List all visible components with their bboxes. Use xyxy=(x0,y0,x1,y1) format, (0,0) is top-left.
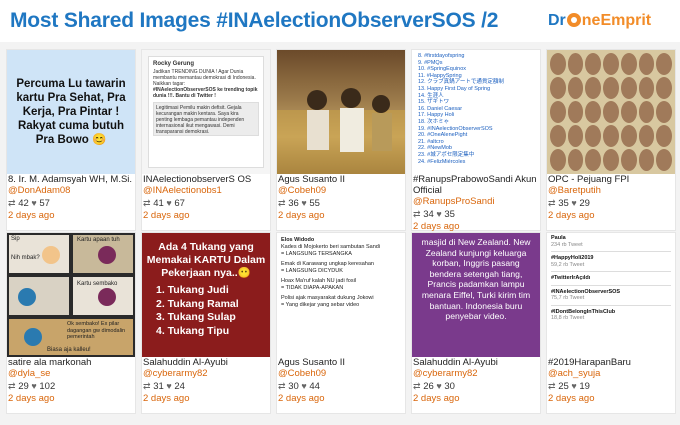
author-handle[interactable]: @Cobeh09 xyxy=(278,185,409,197)
retweet-icon: ⇄ xyxy=(143,198,151,208)
image-card[interactable]: Ada 4 Tukang yang Memakai KARTU Dalam Pe… xyxy=(141,232,271,414)
author-name: #RanupsPrabowoSandi Akun xyxy=(413,174,537,185)
author-handle[interactable]: @RanupsProSandi xyxy=(413,196,544,208)
heart-icon: ♥ xyxy=(436,381,442,391)
heart-icon: ♥ xyxy=(571,198,577,208)
image-grid: Percuma Lu tawarin kartu Pra Sehat, Pra … xyxy=(0,42,680,425)
image-card[interactable]: masjid di New Zealand. New Zealand kunju… xyxy=(411,232,541,414)
image-card[interactable]: Paula 234 rb Tweet #HappyHoli2019 59,2 rb … xyxy=(546,232,676,414)
image-card[interactable]: 8. #firstdayofspring 9. #PMQs 10. #Sprin… xyxy=(411,49,544,232)
shared-image[interactable]: Ada 4 Tukang yang Memakai KARTU Dalam Pe… xyxy=(142,233,270,357)
author-name: #2019HarapanBaru xyxy=(548,357,631,368)
engagement-stats: ⇄ 41 ♥ 67 xyxy=(143,198,185,209)
drone-icon xyxy=(566,13,581,27)
image-card[interactable]: Percuma Lu tawarin kartu Pra Sehat, Pra … xyxy=(6,49,136,231)
retweet-icon: ⇄ xyxy=(413,209,421,219)
timestamp[interactable]: 2 days ago xyxy=(278,210,409,222)
engagement-stats: ⇄ 30 ♥ 44 xyxy=(278,381,320,392)
author-handle[interactable]: @Baretputih xyxy=(548,185,679,197)
retweet-icon: ⇄ xyxy=(8,381,16,391)
retweet-icon: ⇄ xyxy=(548,381,556,391)
author-name: 8. Ir. M. Adamsyah WH, M.Si. xyxy=(8,174,133,185)
header: Most Shared Images #INAelectionObserverS… xyxy=(0,0,680,42)
author-name: INAelectionobserverS OS xyxy=(143,174,252,185)
author-handle[interactable]: @ach_syuja xyxy=(548,368,679,380)
image-card[interactable]: Elos Widodo Kades di Mojokerto beri samb… xyxy=(276,232,406,414)
engagement-stats: ⇄ 36 ♥ 55 xyxy=(278,198,320,209)
engagement-stats: ⇄ 42 ♥ 57 xyxy=(8,198,50,209)
image-card[interactable]: Sip Nih mbak? Kartu apaan tuh Kartu semb… xyxy=(6,232,136,414)
shared-image[interactable]: Rocky Gerung Jadikan TRENDING DUNIA ! Ag… xyxy=(142,50,270,174)
heart-icon: ♥ xyxy=(301,198,307,208)
shared-image[interactable]: Elos Widodo Kades di Mojokerto beri samb… xyxy=(277,233,405,357)
photo-placeholder xyxy=(277,88,405,174)
engagement-stats: ⇄ 35 ♥ 29 xyxy=(548,198,590,209)
timestamp[interactable]: 2 days ago xyxy=(548,393,679,405)
author-name: Agus Susanto II xyxy=(278,357,346,368)
author-handle[interactable]: @INAelectionobs1 xyxy=(143,185,274,197)
page-title: Most Shared Images #INAelectionObserverS… xyxy=(10,9,499,32)
heart-icon: ♥ xyxy=(571,381,577,391)
engagement-stats: ⇄ 29 ♥ 102 xyxy=(8,381,56,392)
timestamp[interactable]: 2 days ago xyxy=(8,393,139,405)
retweet-icon: ⇄ xyxy=(143,381,151,391)
author-name: Salahuddin Al-Ayubi xyxy=(413,357,498,368)
shared-image[interactable]: Sip Nih mbak? Kartu apaan tuh Kartu semb… xyxy=(7,233,135,357)
timestamp[interactable]: 2 days ago xyxy=(143,393,274,405)
timestamp[interactable]: 2 days ago xyxy=(413,393,544,405)
timestamp[interactable]: 2 days ago xyxy=(278,393,409,405)
author-name: Agus Susanto II xyxy=(278,174,346,185)
timestamp[interactable]: 2 days ago xyxy=(8,210,139,222)
drone-emprit-logo: Dr neEmprit xyxy=(548,12,652,29)
author-handle[interactable]: @cyberarmy82 xyxy=(143,368,274,380)
heart-icon: ♥ xyxy=(31,198,37,208)
heart-icon: ♥ xyxy=(436,209,442,219)
shared-image[interactable]: Percuma Lu tawarin kartu Pra Sehat, Pra … xyxy=(7,50,135,174)
shared-image[interactable]: Paula 234 rb Tweet #HappyHoli2019 59,2 rb … xyxy=(547,233,675,357)
author-handle[interactable]: @Cobeh09 xyxy=(278,368,409,380)
author-handle[interactable]: @DonAdam08 xyxy=(8,185,139,197)
heart-icon: ♥ xyxy=(166,198,172,208)
heart-icon: ♥ xyxy=(166,381,172,391)
author-name: OPC - Pejuang FPI xyxy=(548,174,630,185)
heart-icon: ♥ xyxy=(301,381,307,391)
retweet-icon: ⇄ xyxy=(278,381,286,391)
author-handle[interactable]: @cyberarmy82 xyxy=(413,368,544,380)
author-name: satire ala markonah xyxy=(8,357,92,368)
shared-image[interactable] xyxy=(277,50,405,174)
image-card[interactable]: Agus Susanto II @Cobeh09 ⇄ 36 ♥ 55 2 day… xyxy=(276,49,406,231)
image-card[interactable]: Rocky Gerung Jadikan TRENDING DUNIA ! Ag… xyxy=(141,49,271,231)
author-name: Salahuddin Al-Ayubi xyxy=(143,357,228,368)
shared-image[interactable] xyxy=(547,50,675,174)
engagement-stats: ⇄ 26 ♥ 30 xyxy=(413,381,455,392)
author-name-cont: Official xyxy=(413,185,442,196)
image-card[interactable]: OPC - Pejuang FPI @Baretputih ⇄ 35 ♥ 29 … xyxy=(546,49,676,231)
shared-image[interactable]: 8. #firstdayofspring 9. #PMQs 10. #Sprin… xyxy=(412,50,540,174)
engagement-stats: ⇄ 31 ♥ 24 xyxy=(143,381,185,392)
engagement-stats: ⇄ 25 ♥ 19 xyxy=(548,381,590,392)
timestamp[interactable]: 2 days ago xyxy=(143,210,274,222)
retweet-icon: ⇄ xyxy=(278,198,286,208)
timestamp[interactable]: 2 days ago xyxy=(548,210,679,222)
heart-icon: ♥ xyxy=(31,381,37,391)
retweet-icon: ⇄ xyxy=(548,198,556,208)
author-handle[interactable]: @dyla_se xyxy=(8,368,139,380)
engagement-stats: ⇄ 34 ♥ 35 xyxy=(413,209,455,220)
retweet-icon: ⇄ xyxy=(8,198,16,208)
shared-image[interactable]: masjid di New Zealand. New Zealand kunju… xyxy=(412,233,540,357)
retweet-icon: ⇄ xyxy=(413,381,421,391)
